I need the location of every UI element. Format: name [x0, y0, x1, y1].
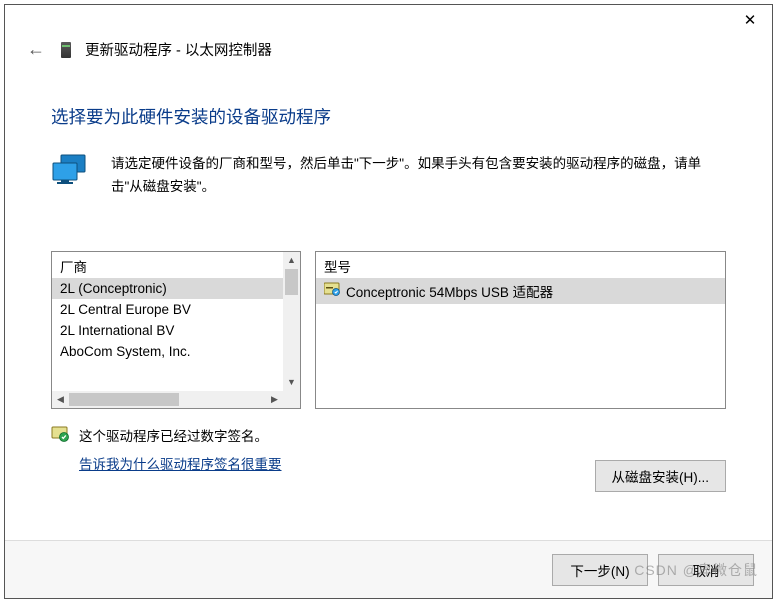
scroll-track[interactable] — [283, 269, 300, 374]
instruction-row: 请选定硬件设备的厂商和型号，然后单击"下一步"。如果手头有包含要安装的驱动程序的… — [51, 153, 726, 199]
footer-bar: 下一步(N) 取消 — [5, 540, 772, 598]
manufacturer-listbox[interactable]: 厂商 2L (Conceptronic) 2L Central Europe B… — [51, 251, 301, 409]
manufacturer-item[interactable]: 2L Central Europe BV — [52, 299, 300, 320]
manufacturer-item[interactable]: 2L International BV — [52, 320, 300, 341]
signature-text: 这个驱动程序已经过数字签名。 — [79, 425, 282, 445]
dialog-window: ✕ ← 更新驱动程序 - 以太网控制器 选择要为此硬件安装的设备驱动程序 请选定… — [4, 4, 773, 599]
signature-ok-icon — [51, 425, 69, 446]
content-area: 选择要为此硬件安装的设备驱动程序 请选定硬件设备的厂商和型号，然后单击"下一步"… — [5, 66, 772, 483]
model-listbox[interactable]: 型号 Conceptronic 54Mbps USB 适配器 — [315, 251, 726, 409]
scroll-thumb[interactable] — [69, 393, 179, 406]
instruction-text: 请选定硬件设备的厂商和型号，然后单击"下一步"。如果手头有包含要安装的驱动程序的… — [111, 153, 726, 199]
next-button[interactable]: 下一步(N) — [552, 554, 648, 586]
nav-row: ← 更新驱动程序 - 以太网控制器 — [5, 39, 772, 66]
scroll-corner — [283, 391, 300, 408]
model-body: Conceptronic 54Mbps USB 适配器 — [316, 278, 725, 408]
close-button[interactable]: ✕ — [728, 5, 772, 35]
scroll-thumb[interactable] — [285, 269, 298, 295]
scroll-left-icon[interactable]: ◀ — [52, 391, 69, 408]
page-heading: 选择要为此硬件安装的设备驱动程序 — [51, 104, 726, 129]
scroll-right-icon[interactable]: ▶ — [266, 391, 283, 408]
scroll-track[interactable] — [69, 391, 266, 408]
list-panels: 厂商 2L (Conceptronic) 2L Central Europe B… — [51, 251, 726, 409]
model-header: 型号 — [316, 252, 725, 278]
monitors-icon — [51, 153, 95, 196]
scroll-up-icon[interactable]: ▲ — [283, 252, 300, 269]
signature-importance-link[interactable]: 告诉我为什么驱动程序签名很重要 — [79, 453, 282, 473]
install-from-disk-button[interactable]: 从磁盘安装(H)... — [595, 460, 727, 492]
disk-install-wrap: 从磁盘安装(H)... — [595, 460, 727, 492]
window-title: 更新驱动程序 - 以太网控制器 — [85, 39, 272, 60]
model-item-label: Conceptronic 54Mbps USB 适配器 — [346, 281, 553, 301]
back-button[interactable]: ← — [27, 39, 47, 60]
driver-icon — [324, 282, 340, 299]
scroll-down-icon[interactable]: ▼ — [283, 374, 300, 391]
model-item[interactable]: Conceptronic 54Mbps USB 适配器 — [316, 278, 725, 304]
scrollbar-vertical[interactable]: ▲ ▼ — [283, 252, 300, 391]
device-icon — [61, 42, 71, 58]
manufacturer-header: 厂商 — [52, 252, 300, 278]
title-bar: ✕ — [5, 5, 772, 39]
manufacturer-body: 2L (Conceptronic) 2L Central Europe BV 2… — [52, 278, 300, 408]
manufacturer-item[interactable]: AboCom System, Inc. — [52, 341, 300, 362]
signature-texts: 这个驱动程序已经过数字签名。 告诉我为什么驱动程序签名很重要 — [79, 425, 282, 473]
scrollbar-horizontal[interactable]: ◀ ▶ — [52, 391, 283, 408]
cancel-button[interactable]: 取消 — [658, 554, 754, 586]
manufacturer-item[interactable]: 2L (Conceptronic) — [52, 278, 300, 299]
